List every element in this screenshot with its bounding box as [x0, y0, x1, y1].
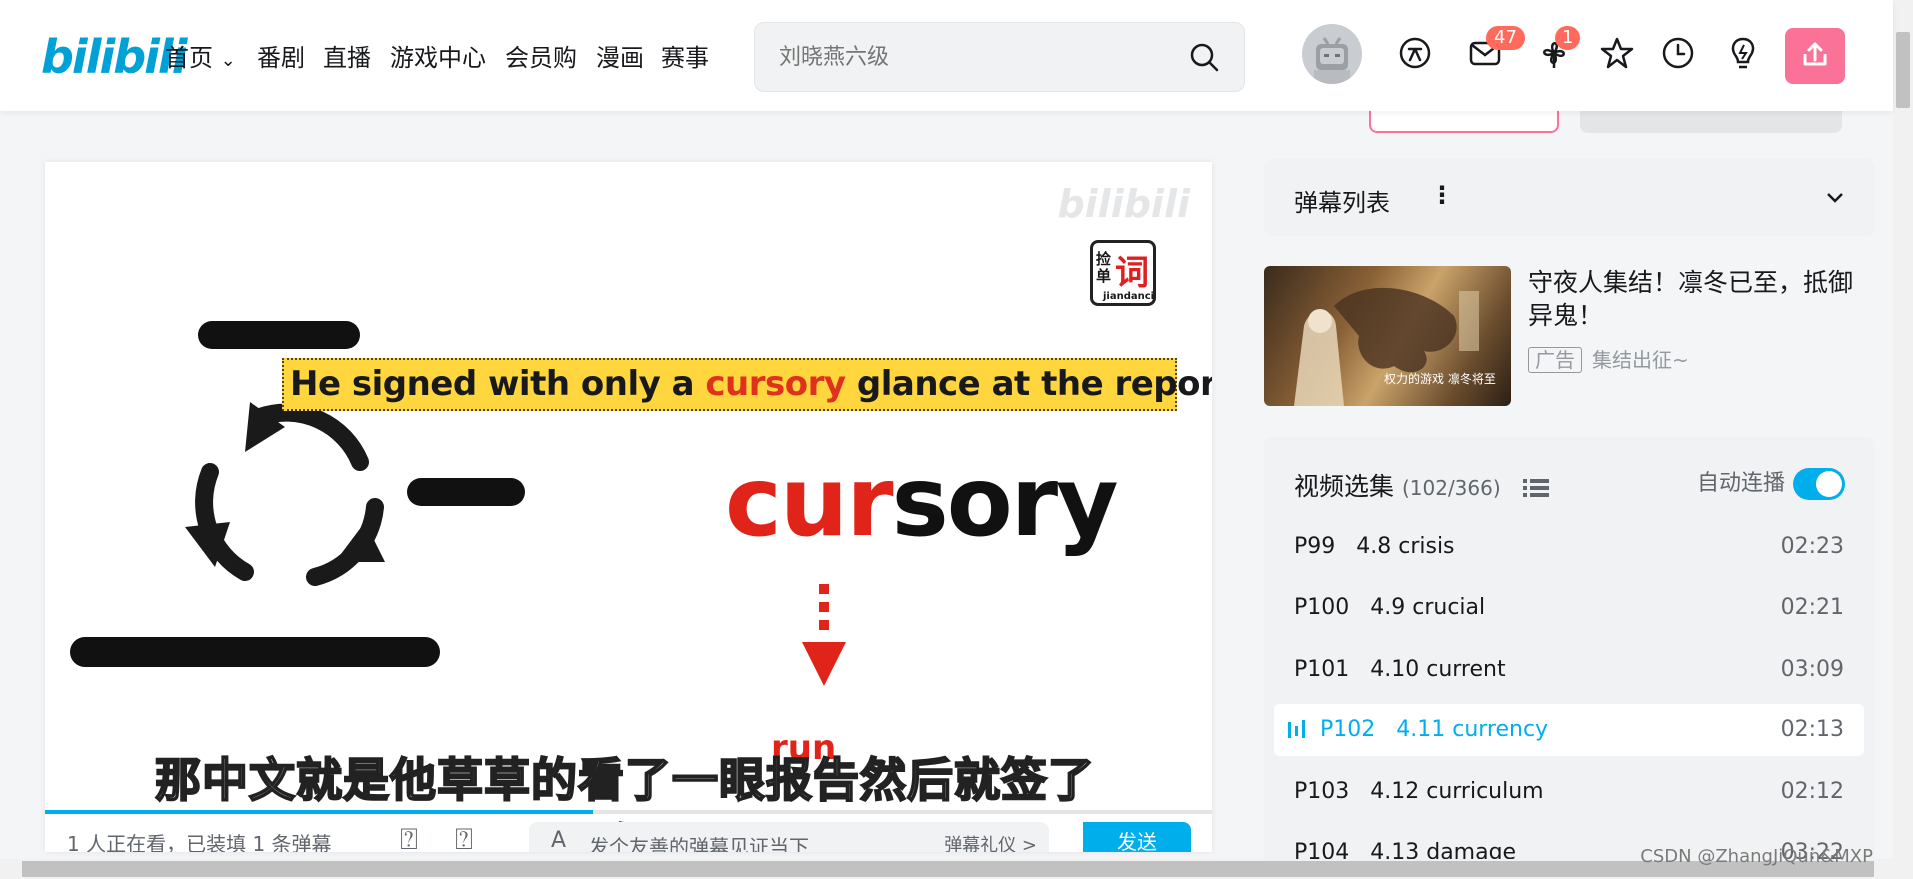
nav-home-label: 首页: [165, 44, 213, 72]
danmaku-bar: 1 人正在看，已装填 1 条弹幕 ⍰ ⍰ A 发个友善的弹幕见证当下 弹幕礼仪 …: [45, 814, 1212, 852]
episode-number: P102: [1320, 717, 1376, 742]
ad-subtitle: 集结出征~: [1592, 348, 1689, 372]
autoplay-toggle[interactable]: [1793, 468, 1845, 500]
playlist-title: 视频选集: [1294, 472, 1395, 501]
playing-icon: [1288, 720, 1305, 738]
episode-duration: 02:12: [1780, 779, 1844, 804]
danmaku-input-box[interactable]: A 发个友善的弹幕见证当下 弹幕礼仪 >: [529, 822, 1049, 852]
search-input[interactable]: [779, 37, 1159, 77]
ad-meta: 广告 集结出征~: [1528, 344, 1689, 373]
top-bar: bilibili 首页 ⌄ 番剧 直播 游戏中心 会员购 漫画 赛事 47 1: [0, 0, 1893, 111]
logo-char-big: 词: [1115, 253, 1149, 293]
send-button[interactable]: 发送: [1083, 822, 1191, 852]
sentence-part: He signed with only a: [290, 364, 706, 404]
word-suffix: sory: [891, 446, 1119, 558]
history-icon[interactable]: [1661, 36, 1695, 70]
tv-mascot-icon: [1314, 37, 1350, 84]
search-icon[interactable]: [1188, 41, 1220, 73]
episode-number: P103: [1294, 779, 1350, 804]
danmaku-list-title: 弹幕列表: [1294, 189, 1390, 217]
episode-title: 4.12 curriculum: [1370, 779, 1544, 804]
episode-duration: 02:21: [1780, 595, 1844, 620]
bilibili-logo[interactable]: bilibili: [41, 30, 187, 84]
vertical-scroll-thumb[interactable]: [1896, 32, 1910, 108]
csdn-watermark: CSDN @ZhangJiQun&MXP: [1640, 846, 1873, 867]
episode-item[interactable]: P103 4.12 curriculum 02:12: [1274, 766, 1864, 818]
down-arrow-icon: [802, 584, 846, 686]
vocab-word: cursory: [725, 452, 1119, 552]
vip-icon[interactable]: [1398, 36, 1432, 70]
chevron-down-icon: ⌄: [220, 50, 236, 71]
word-root: cur: [725, 446, 894, 558]
episode-item[interactable]: P101 4.10 current 03:09: [1274, 644, 1864, 696]
avatar[interactable]: [1302, 24, 1362, 84]
bilibili-watermark: bilibili: [1057, 182, 1190, 226]
episode-number: P100: [1294, 595, 1350, 620]
episode-item[interactable]: P99 4.8 crisis 02:23: [1274, 521, 1864, 573]
episode-number: P99: [1294, 534, 1336, 559]
episode-duration: 03:09: [1780, 657, 1844, 682]
danmaku-etiquette-link[interactable]: 弹幕礼仪 >: [944, 831, 1037, 852]
lightbulb-icon[interactable]: [1726, 36, 1760, 70]
danmaku-input[interactable]: 发个友善的弹幕见证当下: [589, 831, 809, 852]
search-box: [754, 22, 1245, 92]
episode-title: 4.8 crisis: [1356, 534, 1455, 559]
more-icon[interactable]: ⋮: [1430, 181, 1454, 209]
upload-icon: [1803, 41, 1827, 66]
episode-number: P101: [1294, 657, 1350, 682]
bar-decoration: [70, 637, 440, 667]
video-playlist: 视频选集 (102/366) 自动连播 P99 4.8 crisis 02:23 …: [1264, 437, 1875, 879]
chevron-down-icon[interactable]: [1825, 187, 1845, 207]
nav-game-center[interactable]: 游戏中心: [390, 38, 486, 73]
font-style-icon[interactable]: A: [551, 828, 566, 852]
episode-duration: 02:23: [1780, 534, 1844, 559]
recycle-graphic: [70, 321, 525, 667]
danmaku-list-panel[interactable]: 弹幕列表 ⋮: [1264, 159, 1875, 236]
playlist-header: 视频选集 (102/366): [1294, 467, 1549, 503]
example-sentence: He signed with only a cursory glance at …: [282, 358, 1212, 411]
bar-decoration: [198, 321, 360, 349]
ad-card[interactable]: 权力的游戏 凛冬将至 守夜人集结！凛冬已至，抵御异鬼！ 广告 集结出征~: [1264, 266, 1875, 406]
logo-char-1: 捡: [1096, 250, 1112, 268]
nav-manga[interactable]: 漫画: [596, 38, 644, 73]
ad-badge: 广告: [1528, 347, 1582, 373]
episode-item-active[interactable]: P102 4.11 currency 02:13: [1274, 704, 1864, 756]
danmaku-toggle-icon[interactable]: ⍰: [400, 822, 418, 852]
nav-esports[interactable]: 赛事: [661, 38, 709, 73]
episode-duration: 02:13: [1780, 717, 1844, 742]
episode-title: 4.10 current: [1370, 657, 1506, 682]
bar-decoration: [407, 478, 525, 506]
danmaku-status: 1 人正在看，已装填 1 条弹幕: [67, 832, 332, 852]
message-badge: 47: [1486, 26, 1525, 50]
star-icon[interactable]: [1600, 36, 1634, 70]
horizontal-scroll-thumb[interactable]: [22, 861, 1874, 877]
episode-item[interactable]: P100 4.9 crucial 02:21: [1274, 582, 1864, 634]
autoplay-control: 自动连播: [1697, 465, 1845, 500]
logo-char-2: 单: [1096, 267, 1112, 285]
vertical-scrollbar[interactable]: [1893, 0, 1913, 859]
danmaku-settings-icon[interactable]: ⍰: [455, 822, 473, 852]
logo-subtext: jiandanci: [1103, 291, 1155, 302]
nav-vip-shop[interactable]: 会员购: [505, 38, 577, 73]
list-view-icon[interactable]: [1522, 477, 1549, 499]
nav-live[interactable]: 直播: [323, 38, 371, 73]
video-player[interactable]: bilibili 捡单 词 jiandanci He signed with o…: [45, 162, 1212, 852]
sentence-highlight: cursory: [705, 364, 846, 404]
sentence-part: glance at the report.: [845, 364, 1212, 404]
ad-thumbnail[interactable]: 权力的游戏 凛冬将至: [1264, 266, 1511, 406]
episode-title: 4.11 currency: [1396, 717, 1549, 742]
episode-title: 4.9 crucial: [1370, 595, 1486, 620]
ad-title[interactable]: 守夜人集结！凛冬已至，抵御异鬼！: [1528, 266, 1875, 332]
jiandanci-logo: 捡单 词 jiandanci: [1090, 240, 1156, 306]
nav-anime[interactable]: 番剧: [257, 38, 305, 73]
nav-home[interactable]: 首页 ⌄: [165, 38, 236, 73]
autoplay-label: 自动连播: [1696, 471, 1785, 496]
upload-button[interactable]: [1785, 28, 1845, 84]
dynamics-badge: 1: [1555, 26, 1581, 50]
ad-image-caption: 权力的游戏 凛冬将至: [1384, 372, 1496, 386]
playlist-count: (102/366): [1401, 476, 1501, 500]
